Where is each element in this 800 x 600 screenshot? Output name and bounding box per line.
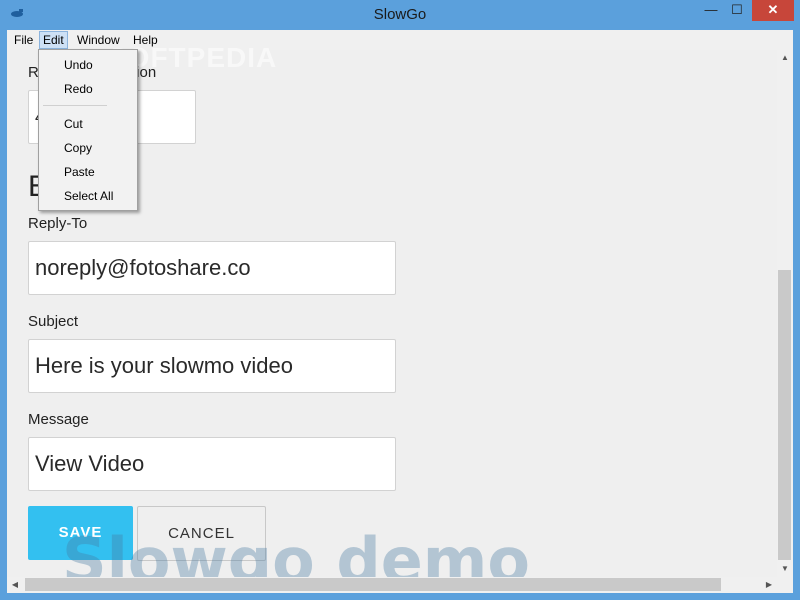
vertical-scrollbar[interactable]: ▲ ▼ [777,50,793,577]
reply-to-label: Reply-To [28,215,88,232]
scroll-left-icon[interactable]: ◀ [7,577,23,593]
minimize-button[interactable]: — [698,0,724,21]
demo-watermark: Slowgo demo [62,524,530,577]
close-button[interactable]: ✕ [752,0,794,21]
edit-menu-dropdown: Undo Redo Cut Copy Paste Select All [38,49,138,211]
horizontal-scroll-thumb[interactable] [25,578,721,591]
scroll-right-icon[interactable]: ▶ [761,577,777,593]
subject-input[interactable]: Here is your slowmo video [28,339,396,393]
message-input[interactable]: View Video [28,437,396,491]
reply-to-input[interactable]: noreply@fotoshare.co [28,241,396,295]
scrollbar-corner [777,577,793,593]
menu-item-cut[interactable]: Cut [64,114,83,134]
horizontal-scrollbar[interactable]: ◀ ▶ [7,577,777,593]
scroll-up-icon[interactable]: ▲ [777,50,793,66]
menu-item-redo[interactable]: Redo [64,79,93,99]
subject-label: Subject [28,313,79,330]
menu-edit[interactable]: Edit [39,31,68,49]
title-bar: SlowGo — ☐ ✕ [0,0,800,30]
menu-item-undo[interactable]: Undo [64,55,93,75]
menu-separator [43,105,107,106]
window-title: SlowGo [373,6,427,23]
menu-item-select-all[interactable]: Select All [64,186,113,206]
vertical-scroll-thumb[interactable] [778,270,791,560]
menu-file[interactable]: File [11,32,36,48]
menu-item-copy[interactable]: Copy [64,138,92,158]
menu-item-paste[interactable]: Paste [64,162,95,182]
maximize-button[interactable]: ☐ [724,0,750,21]
scroll-down-icon[interactable]: ▼ [777,561,793,577]
message-label: Message [28,411,89,428]
